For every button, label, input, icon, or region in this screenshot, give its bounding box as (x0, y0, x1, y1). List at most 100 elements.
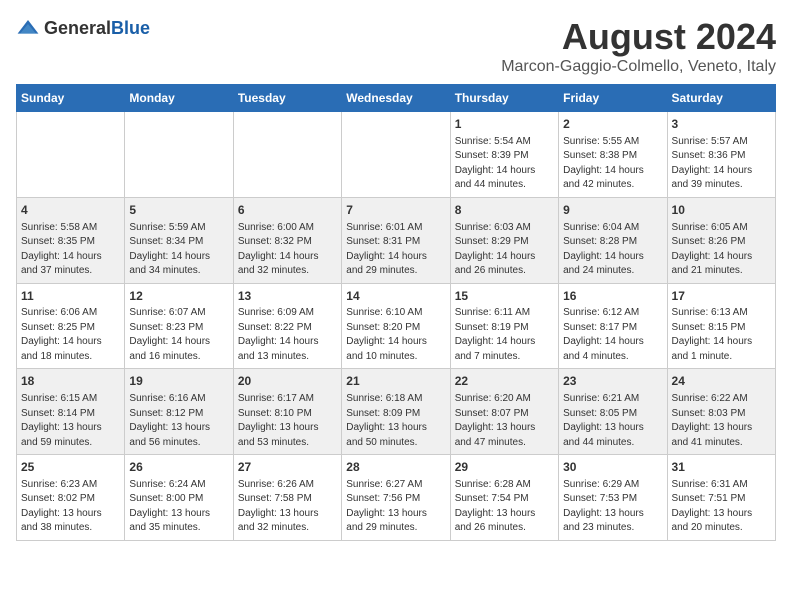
cell-info: Sunrise: 6:09 AM Sunset: 8:22 PM Dayligh… (238, 306, 337, 364)
cell-info: Sunrise: 6:07 AM Sunset: 8:23 PM Dayligh… (129, 306, 228, 364)
calendar-cell: 4 Sunrise: 5:58 AM Sunset: 8:35 PM Daylig… (17, 197, 125, 283)
day-number: 15 (455, 288, 554, 305)
cell-info: Sunrise: 5:55 AM Sunset: 8:38 PM Dayligh… (563, 135, 662, 193)
day-number: 20 (238, 373, 337, 390)
logo-icon (16, 16, 40, 40)
calendar-cell: 17Sunrise: 6:13 AM Sunset: 8:15 PM Dayli… (667, 283, 775, 369)
day-number: 14 (346, 288, 445, 305)
calendar-cell: 16Sunrise: 6:12 AM Sunset: 8:17 PM Dayli… (559, 283, 667, 369)
cell-info: Sunrise: 6:00 AM Sunset: 8:32 PM Dayligh… (238, 221, 337, 279)
calendar-cell (233, 112, 341, 198)
calendar-table: SundayMondayTuesdayWednesdayThursdayFrid… (16, 84, 776, 541)
day-number: 19 (129, 373, 228, 390)
cell-info: Sunrise: 5:59 AM Sunset: 8:34 PM Dayligh… (129, 221, 228, 279)
week-row-5: 25 Sunrise: 6:23 AM Sunset: 8:02 PM Dayli… (17, 455, 776, 541)
calendar-cell: 23 Sunrise: 6:21 AM Sunset: 8:05 PM Dayli… (559, 369, 667, 455)
cell-info: Sunrise: 6:15 AM Sunset: 8:14 PM Dayligh… (21, 392, 120, 450)
calendar-cell: 11Sunrise: 6:06 AM Sunset: 8:25 PM Dayli… (17, 283, 125, 369)
day-number: 3 (672, 116, 771, 133)
calendar-cell: 19 Sunrise: 6:16 AM Sunset: 8:12 PM Dayli… (125, 369, 233, 455)
title-block: August 2024 Marcon-Gaggio-Colmello, Vene… (501, 16, 776, 76)
cell-info: Sunrise: 6:01 AM Sunset: 8:31 PM Dayligh… (346, 221, 445, 279)
day-number: 29 (455, 459, 554, 476)
day-number: 26 (129, 459, 228, 476)
cell-info: Sunrise: 6:12 AM Sunset: 8:17 PM Dayligh… (563, 306, 662, 364)
logo: GeneralBlue (16, 16, 150, 40)
cell-info: Sunrise: 6:06 AM Sunset: 8:25 PM Dayligh… (21, 306, 120, 364)
cell-info: Sunrise: 6:26 AM Sunset: 7:58 PM Dayligh… (238, 478, 337, 536)
column-header-friday: Friday (559, 85, 667, 112)
calendar-cell: 18Sunrise: 6:15 AM Sunset: 8:14 PM Dayli… (17, 369, 125, 455)
calendar-cell: 7 Sunrise: 6:01 AM Sunset: 8:31 PM Daylig… (342, 197, 450, 283)
calendar-cell: 21 Sunrise: 6:18 AM Sunset: 8:09 PM Dayli… (342, 369, 450, 455)
day-number: 28 (346, 459, 445, 476)
calendar-cell: 25 Sunrise: 6:23 AM Sunset: 8:02 PM Dayli… (17, 455, 125, 541)
column-header-monday: Monday (125, 85, 233, 112)
day-number: 25 (21, 459, 120, 476)
day-number: 2 (563, 116, 662, 133)
day-number: 27 (238, 459, 337, 476)
column-header-thursday: Thursday (450, 85, 558, 112)
day-number: 30 (563, 459, 662, 476)
cell-info: Sunrise: 5:58 AM Sunset: 8:35 PM Dayligh… (21, 221, 120, 279)
cell-info: Sunrise: 6:04 AM Sunset: 8:28 PM Dayligh… (563, 221, 662, 279)
logo-blue: Blue (111, 18, 150, 38)
day-number: 12 (129, 288, 228, 305)
cell-info: Sunrise: 6:31 AM Sunset: 7:51 PM Dayligh… (672, 478, 771, 536)
week-row-3: 11Sunrise: 6:06 AM Sunset: 8:25 PM Dayli… (17, 283, 776, 369)
cell-info: Sunrise: 6:21 AM Sunset: 8:05 PM Dayligh… (563, 392, 662, 450)
day-number: 23 (563, 373, 662, 390)
calendar-cell: 2 Sunrise: 5:55 AM Sunset: 8:38 PM Daylig… (559, 112, 667, 198)
column-header-saturday: Saturday (667, 85, 775, 112)
calendar-cell: 13Sunrise: 6:09 AM Sunset: 8:22 PM Dayli… (233, 283, 341, 369)
subtitle: Marcon-Gaggio-Colmello, Veneto, Italy (501, 58, 776, 76)
calendar-cell: 1 Sunrise: 5:54 AM Sunset: 8:39 PM Daylig… (450, 112, 558, 198)
cell-info: Sunrise: 6:23 AM Sunset: 8:02 PM Dayligh… (21, 478, 120, 536)
calendar-cell: 9Sunrise: 6:04 AM Sunset: 8:28 PM Daylig… (559, 197, 667, 283)
day-number: 7 (346, 202, 445, 219)
calendar-cell: 24 Sunrise: 6:22 AM Sunset: 8:03 PM Dayli… (667, 369, 775, 455)
column-header-wednesday: Wednesday (342, 85, 450, 112)
cell-info: Sunrise: 6:22 AM Sunset: 8:03 PM Dayligh… (672, 392, 771, 450)
day-number: 6 (238, 202, 337, 219)
day-number: 11 (21, 288, 120, 305)
calendar-cell: 20Sunrise: 6:17 AM Sunset: 8:10 PM Dayli… (233, 369, 341, 455)
day-number: 13 (238, 288, 337, 305)
calendar-cell: 31 Sunrise: 6:31 AM Sunset: 7:51 PM Dayli… (667, 455, 775, 541)
cell-info: Sunrise: 6:11 AM Sunset: 8:19 PM Dayligh… (455, 306, 554, 364)
cell-info: Sunrise: 6:24 AM Sunset: 8:00 PM Dayligh… (129, 478, 228, 536)
cell-info: Sunrise: 5:54 AM Sunset: 8:39 PM Dayligh… (455, 135, 554, 193)
cell-info: Sunrise: 6:18 AM Sunset: 8:09 PM Dayligh… (346, 392, 445, 450)
calendar-cell: 5 Sunrise: 5:59 AM Sunset: 8:34 PM Daylig… (125, 197, 233, 283)
day-number: 31 (672, 459, 771, 476)
week-row-4: 18Sunrise: 6:15 AM Sunset: 8:14 PM Dayli… (17, 369, 776, 455)
calendar-cell: 12Sunrise: 6:07 AM Sunset: 8:23 PM Dayli… (125, 283, 233, 369)
day-number: 21 (346, 373, 445, 390)
calendar-cell: 10Sunrise: 6:05 AM Sunset: 8:26 PM Dayli… (667, 197, 775, 283)
main-title: August 2024 (501, 16, 776, 58)
day-number: 1 (455, 116, 554, 133)
cell-info: Sunrise: 6:29 AM Sunset: 7:53 PM Dayligh… (563, 478, 662, 536)
calendar-cell: 27 Sunrise: 6:26 AM Sunset: 7:58 PM Dayli… (233, 455, 341, 541)
cell-info: Sunrise: 6:16 AM Sunset: 8:12 PM Dayligh… (129, 392, 228, 450)
day-number: 17 (672, 288, 771, 305)
calendar-cell: 29 Sunrise: 6:28 AM Sunset: 7:54 PM Dayli… (450, 455, 558, 541)
cell-info: Sunrise: 6:28 AM Sunset: 7:54 PM Dayligh… (455, 478, 554, 536)
logo-general: General (44, 18, 111, 38)
day-number: 8 (455, 202, 554, 219)
calendar-cell: 3 Sunrise: 5:57 AM Sunset: 8:36 PM Daylig… (667, 112, 775, 198)
calendar-cell: 30 Sunrise: 6:29 AM Sunset: 7:53 PM Dayli… (559, 455, 667, 541)
day-number: 5 (129, 202, 228, 219)
day-number: 22 (455, 373, 554, 390)
day-number: 24 (672, 373, 771, 390)
cell-info: Sunrise: 5:57 AM Sunset: 8:36 PM Dayligh… (672, 135, 771, 193)
week-row-2: 4 Sunrise: 5:58 AM Sunset: 8:35 PM Daylig… (17, 197, 776, 283)
column-header-tuesday: Tuesday (233, 85, 341, 112)
day-number: 4 (21, 202, 120, 219)
calendar-cell: 15Sunrise: 6:11 AM Sunset: 8:19 PM Dayli… (450, 283, 558, 369)
week-row-1: 1 Sunrise: 5:54 AM Sunset: 8:39 PM Daylig… (17, 112, 776, 198)
cell-info: Sunrise: 6:13 AM Sunset: 8:15 PM Dayligh… (672, 306, 771, 364)
page-header: GeneralBlue August 2024 Marcon-Gaggio-Co… (16, 16, 776, 76)
calendar-cell: 8Sunrise: 6:03 AM Sunset: 8:29 PM Daylig… (450, 197, 558, 283)
calendar-cell: 6 Sunrise: 6:00 AM Sunset: 8:32 PM Daylig… (233, 197, 341, 283)
